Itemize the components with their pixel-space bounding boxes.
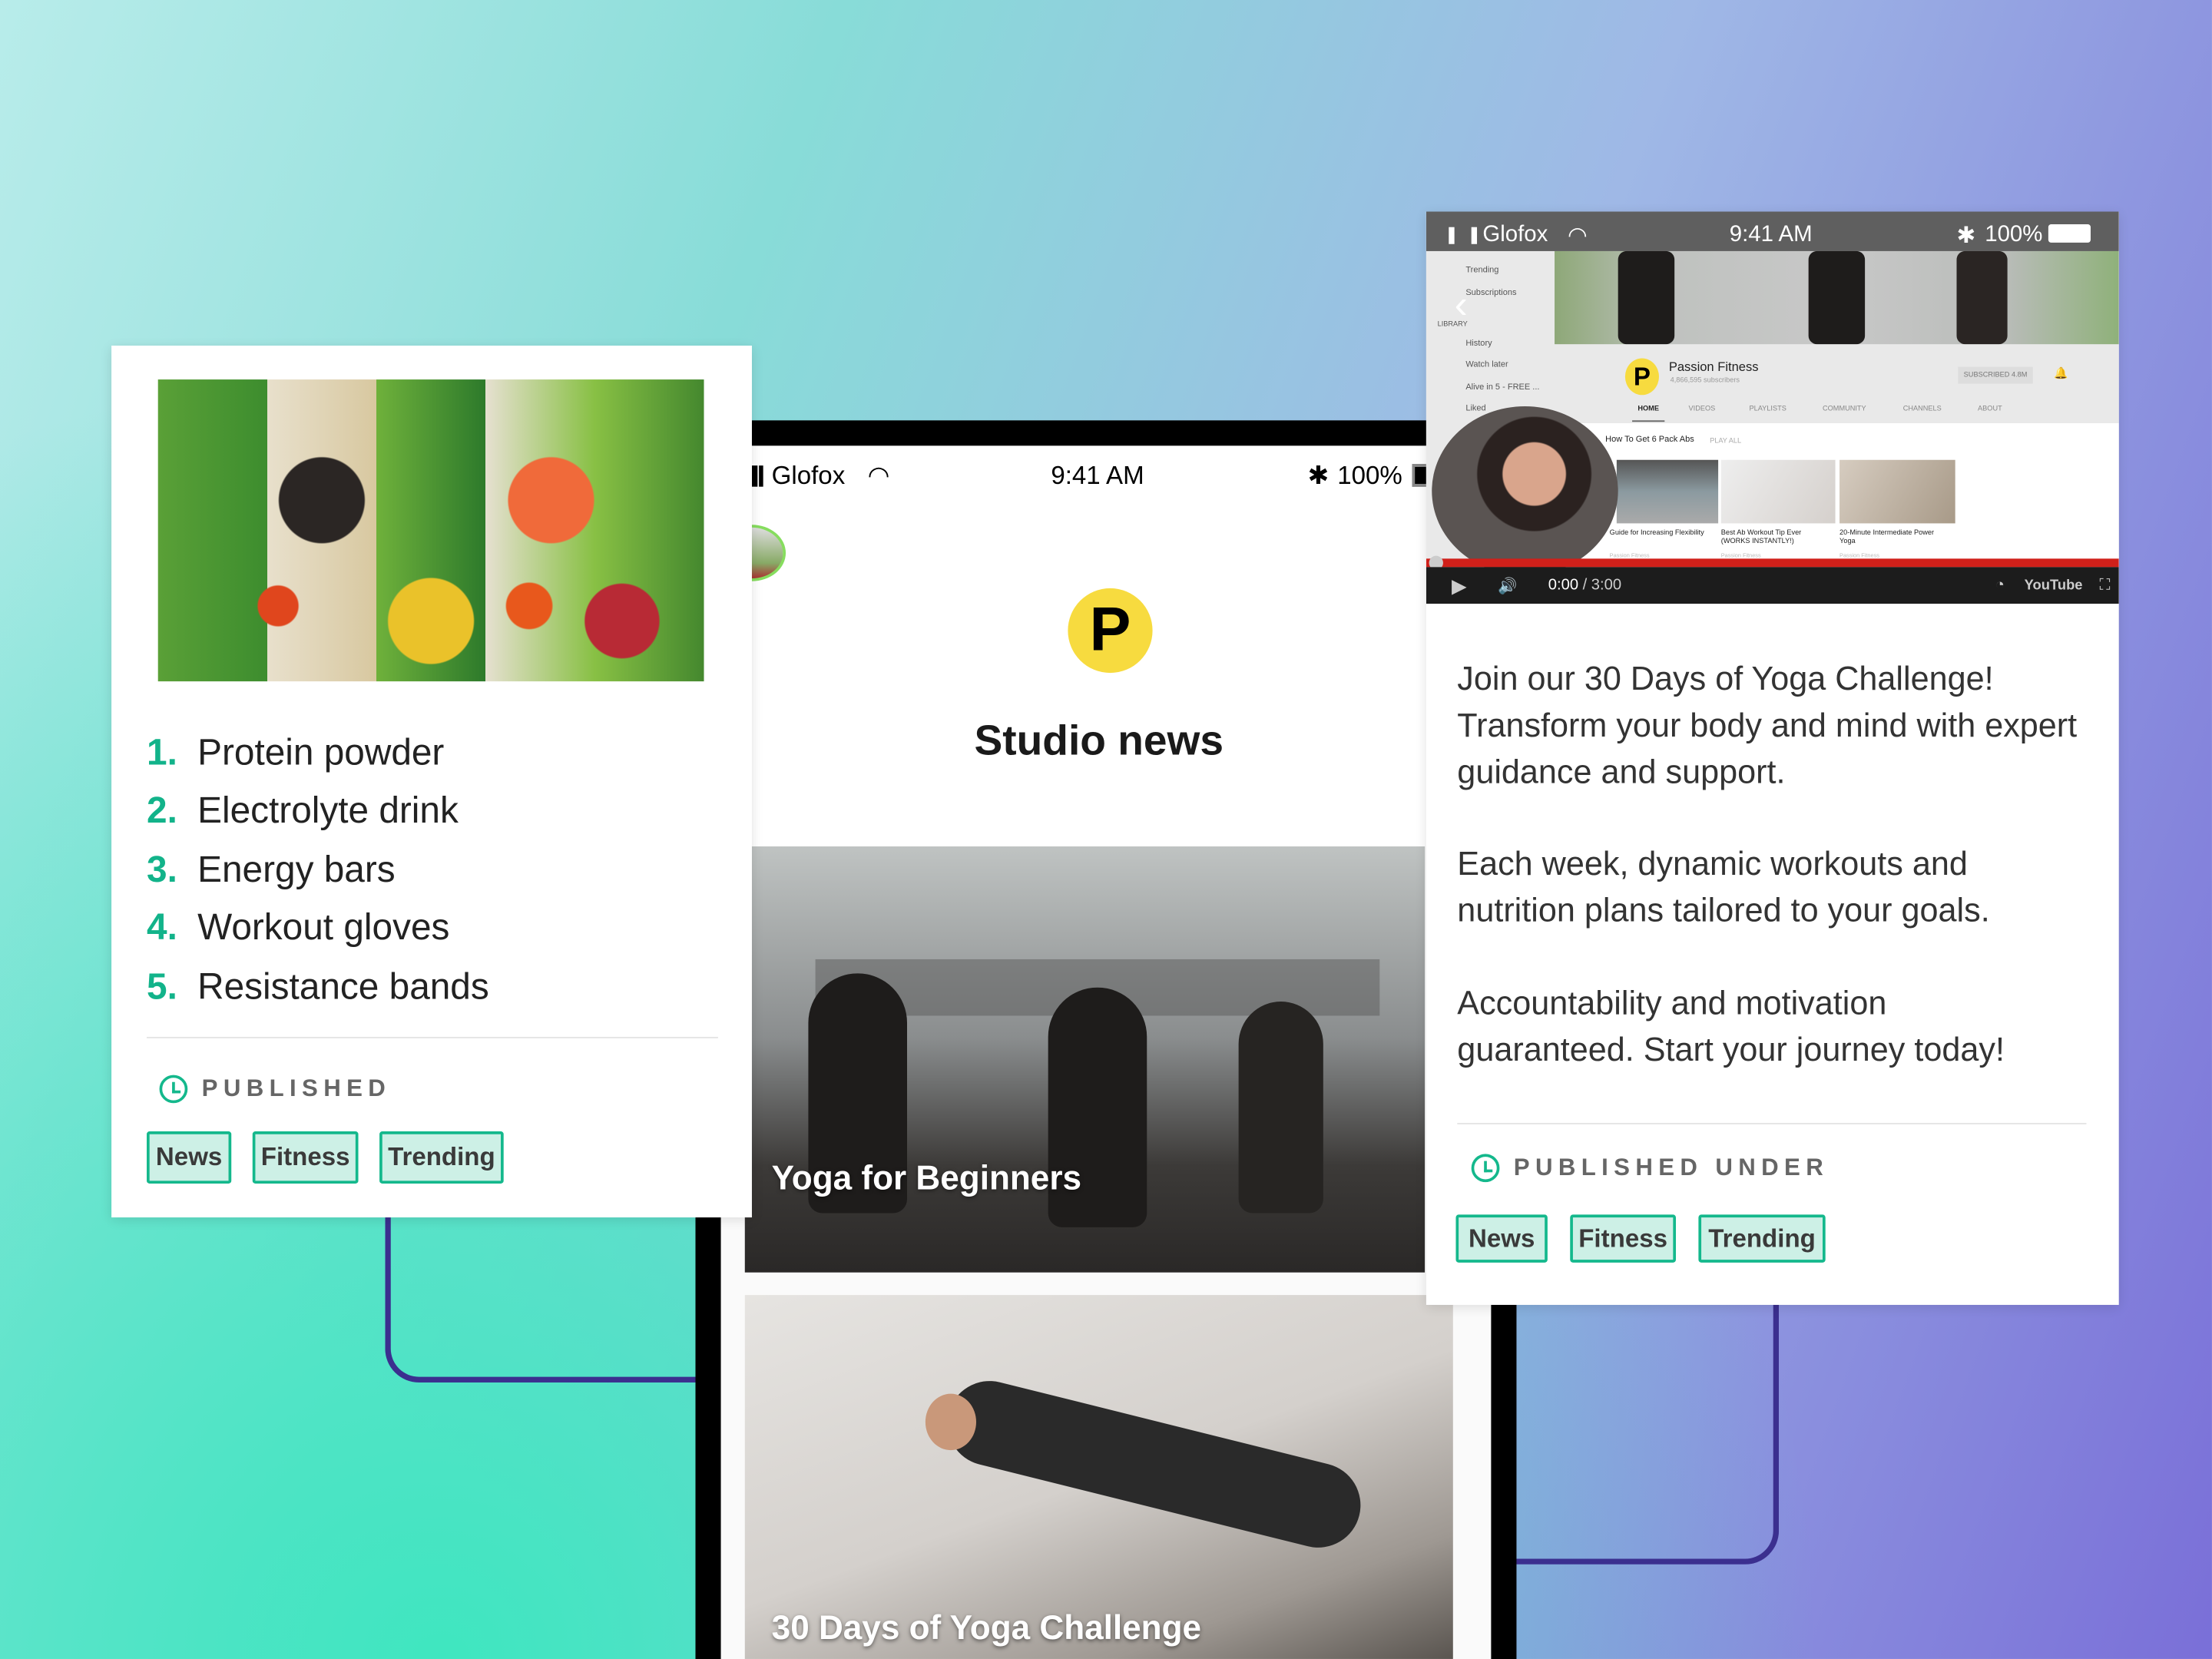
yt-sidebar-item: History xyxy=(1465,339,1492,349)
list-item: 1. Protein powder xyxy=(147,730,445,773)
channel-logo: P xyxy=(1624,358,1659,396)
video-channel: Passion Fitness xyxy=(1720,551,1761,559)
phone-header: Glofox ◠ 9:41 AM ✱ 100% P Studio news xyxy=(717,445,1429,847)
signal-icon xyxy=(751,465,763,486)
clock-icon xyxy=(159,1075,188,1104)
body-paragraph: Each week, dynamic workouts and nutritio… xyxy=(1457,845,1990,929)
subscribe-button[interactable]: SUBSCRIBED 4.8M xyxy=(1958,366,2033,384)
food-image xyxy=(157,379,704,682)
status-time: 9:41 AM xyxy=(1051,460,1144,489)
status-bar: Glofox ◠ 9:41 AM ✱ 100% xyxy=(751,460,1429,491)
published-under-label: PUBLISHED UNDER xyxy=(1471,1154,1829,1183)
tag-news[interactable]: News xyxy=(1455,1214,1548,1263)
video-title: 20-Minute Intermediate Power Yoga xyxy=(1839,528,1935,546)
connector-line-left xyxy=(385,1199,724,1382)
fullscreen-icon[interactable]: ⛶ xyxy=(2100,576,2111,594)
yt-tab-playlists[interactable]: PLAYLISTS xyxy=(1750,405,1786,413)
list-item: 3. Energy bars xyxy=(147,847,396,890)
channel-name: Passion Fitness xyxy=(1668,359,1759,374)
post-card[interactable]: Yoga for Beginners xyxy=(744,846,1426,1273)
video-title: Guide for Increasing Flexibility xyxy=(1609,528,1704,538)
play-all-button[interactable]: PLAY ALL xyxy=(1710,437,1741,445)
tag-fitness[interactable]: Fitness xyxy=(1570,1214,1676,1263)
video-thumbnail[interactable] xyxy=(1720,459,1836,524)
signal-icon xyxy=(1449,227,1478,244)
video-channel: Passion Fitness xyxy=(1839,551,1879,559)
video-progress-bar[interactable] xyxy=(1426,558,2119,568)
yt-tab-community[interactable]: COMMUNITY xyxy=(1823,405,1866,413)
post-caption: Yoga for Beginners xyxy=(771,1159,1082,1198)
yt-sidebar-item: Trending xyxy=(1465,267,1499,276)
yt-sidebar-item: Alive in 5 - FREE ... xyxy=(1465,383,1540,392)
presenter-avatar xyxy=(1432,406,1618,576)
section-title: How To Get 6 Pack Abs xyxy=(1605,435,1694,445)
tag-trending[interactable]: Trending xyxy=(1698,1214,1826,1263)
divider xyxy=(1457,1123,2087,1124)
yt-tab-home[interactable]: HOME xyxy=(1632,405,1665,422)
tag-trending[interactable]: Trending xyxy=(379,1131,504,1184)
tag-news[interactable]: News xyxy=(147,1131,232,1184)
divider xyxy=(147,1036,718,1038)
play-icon[interactable]: ▶ xyxy=(1452,574,1467,598)
list-item: 2. Electrolyte drink xyxy=(147,788,459,831)
wifi-icon: ◠ xyxy=(1568,224,1588,249)
duration: 3:00 xyxy=(1591,577,1622,594)
back-arrow-icon[interactable]: ‹ xyxy=(1455,284,1468,323)
watch-later-icon[interactable]: ◔ xyxy=(1995,577,2005,594)
page-title: Studio news xyxy=(974,717,1224,765)
bluetooth-icon: ✱ xyxy=(1956,224,1976,249)
video-channel: Passion Fitness xyxy=(1609,551,1650,559)
wifi-icon: ◠ xyxy=(867,460,890,489)
list-item: 5. Resistance bands xyxy=(147,965,489,1008)
battery-percent: 100% xyxy=(1337,460,1402,489)
battery-percent: 100% xyxy=(1985,223,2043,247)
bell-icon[interactable]: 🔔 xyxy=(2054,367,2068,380)
channel-banner xyxy=(1555,250,2119,345)
post-caption: 30 Days of Yoga Challenge xyxy=(771,1609,1202,1648)
video-controls: ▶ 🔊 0:00/ 3:00 ◔ YouTube ⛶ xyxy=(1426,567,2119,604)
carrier-name: Glofox xyxy=(1482,223,1548,247)
status-bar: Glofox ◠ 9:41 AM ✱ 100% xyxy=(1449,221,2111,250)
list-item: 4. Workout gloves xyxy=(147,906,450,949)
studio-logo: P xyxy=(1068,588,1153,674)
yt-tab-videos[interactable]: VIDEOS xyxy=(1689,405,1716,413)
battery-icon xyxy=(2048,224,2091,243)
body-paragraph: Accountability and motivation guaranteed… xyxy=(1457,985,2005,1068)
volume-icon[interactable]: 🔊 xyxy=(1498,576,1517,594)
carrier-name: Glofox xyxy=(771,460,846,489)
video-player[interactable]: Trending Subscriptions LIBRARY History W… xyxy=(1426,211,2119,604)
yt-sidebar-item: Watch later xyxy=(1465,361,1508,370)
canvas: Glofox ◠ 9:41 AM ✱ 100% P Studio news Yo… xyxy=(0,0,2212,1659)
video-thumbnail[interactable] xyxy=(1616,459,1719,524)
tag-fitness[interactable]: Fitness xyxy=(252,1131,359,1184)
clock-icon xyxy=(1471,1154,1500,1183)
subscriber-count: 4,866,595 subscribers xyxy=(1670,376,1740,386)
yt-tab-about[interactable]: ABOUT xyxy=(1978,405,2002,413)
video-thumbnail[interactable] xyxy=(1839,459,1955,524)
video-title: Best Ab Workout Tip Ever (WORKS INSTANTL… xyxy=(1720,528,1802,546)
post-card[interactable]: 30 Days of Yoga Challenge xyxy=(744,1295,1453,1659)
youtube-logo[interactable]: YouTube xyxy=(2025,578,2083,593)
yt-sidebar-item: Liked xyxy=(1465,405,1486,414)
bluetooth-icon: ✱ xyxy=(1307,460,1330,489)
yt-sidebar-item: Subscriptions xyxy=(1465,289,1517,298)
connector-line-right xyxy=(1481,1270,1780,1565)
current-time: 0:00 xyxy=(1548,577,1579,594)
body-paragraph: Join our 30 Days of Yoga Challenge! Tran… xyxy=(1457,660,2078,790)
post-detail-card: Trending Subscriptions LIBRARY History W… xyxy=(1426,211,2119,1305)
checklist-card: 1. Protein powder 2. Electrolyte drink 3. E… xyxy=(111,345,752,1218)
yt-tab-channels[interactable]: CHANNELS xyxy=(1903,405,1942,413)
published-label: PUBLISHED xyxy=(159,1075,392,1104)
status-time: 9:41 AM xyxy=(1729,223,1813,247)
